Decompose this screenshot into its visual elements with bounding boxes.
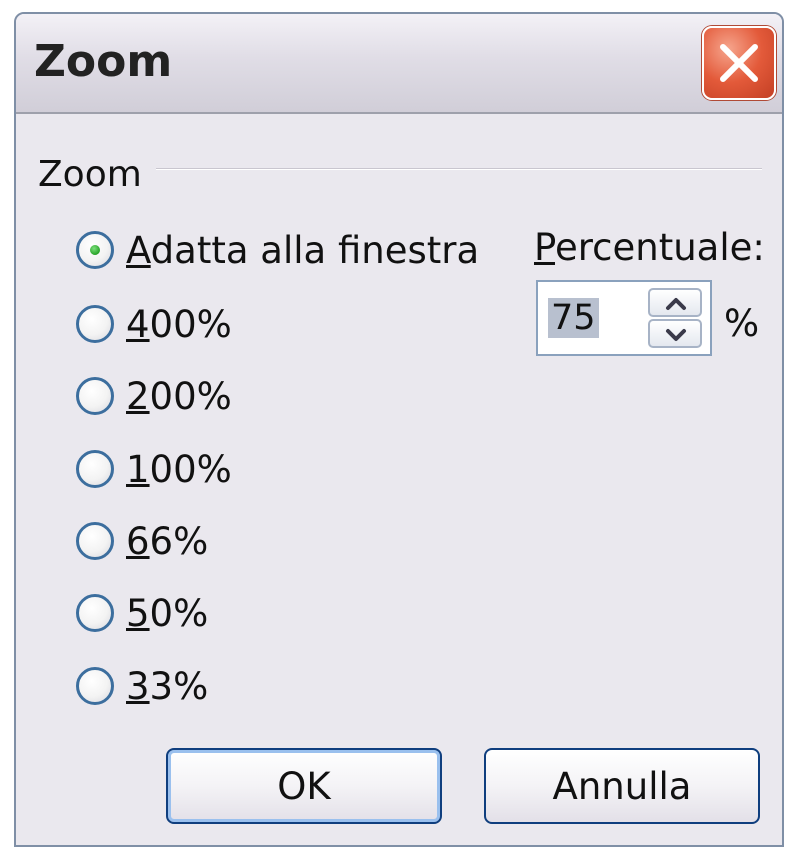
radio-100[interactable]: 100% (76, 444, 232, 494)
radio-circle-fit-window[interactable] (76, 231, 114, 269)
radio-50[interactable]: 50% (76, 588, 208, 638)
radio-label-400: 400% (126, 302, 232, 346)
radio-circle-200[interactable] (76, 377, 114, 415)
group-label-zoom: Zoom (38, 154, 150, 195)
radio-selected-dot (90, 245, 100, 255)
spin-down-button[interactable] (648, 319, 702, 348)
cancel-button[interactable]: Annulla (484, 748, 760, 824)
radio-label-200: 200% (126, 374, 232, 418)
group-divider (156, 168, 762, 170)
percent-unit: % (724, 302, 760, 345)
spin-up-button[interactable] (648, 288, 702, 317)
radio-circle-100[interactable] (76, 450, 114, 488)
zoom-dialog: Zoom Zoom Adatta alla finestra 400% 200%… (14, 12, 784, 847)
radio-label-fit-window: Adatta alla finestra (126, 228, 480, 272)
radio-circle-50[interactable] (76, 594, 114, 632)
percent-input[interactable]: 75 (548, 298, 599, 338)
radio-circle-33[interactable] (76, 667, 114, 705)
radio-circle-66[interactable] (76, 522, 114, 560)
percent-label: Percentuale: (534, 226, 765, 269)
chevron-up-icon (666, 298, 686, 310)
ok-button[interactable]: OK (166, 748, 442, 824)
radio-label-66: 66% (126, 519, 209, 563)
radio-200[interactable]: 200% (76, 371, 232, 421)
spin-buttons (648, 288, 702, 348)
close-button[interactable] (702, 26, 776, 100)
radio-66[interactable]: 66% (76, 516, 208, 566)
radio-circle-400[interactable] (76, 305, 114, 343)
window-title: Zoom (34, 36, 173, 87)
radio-label-50: 50% (126, 591, 209, 635)
radio-label-100: 100% (126, 447, 232, 491)
percent-spinbox[interactable]: 75 (536, 280, 712, 356)
radio-label-33: 33% (126, 664, 209, 708)
title-bar[interactable]: Zoom (16, 14, 782, 114)
close-icon (720, 44, 758, 82)
radio-fit-window[interactable]: Adatta alla finestra (76, 225, 479, 275)
radio-33[interactable]: 33% (76, 661, 208, 711)
radio-400[interactable]: 400% (76, 299, 232, 349)
chevron-down-icon (666, 329, 686, 341)
